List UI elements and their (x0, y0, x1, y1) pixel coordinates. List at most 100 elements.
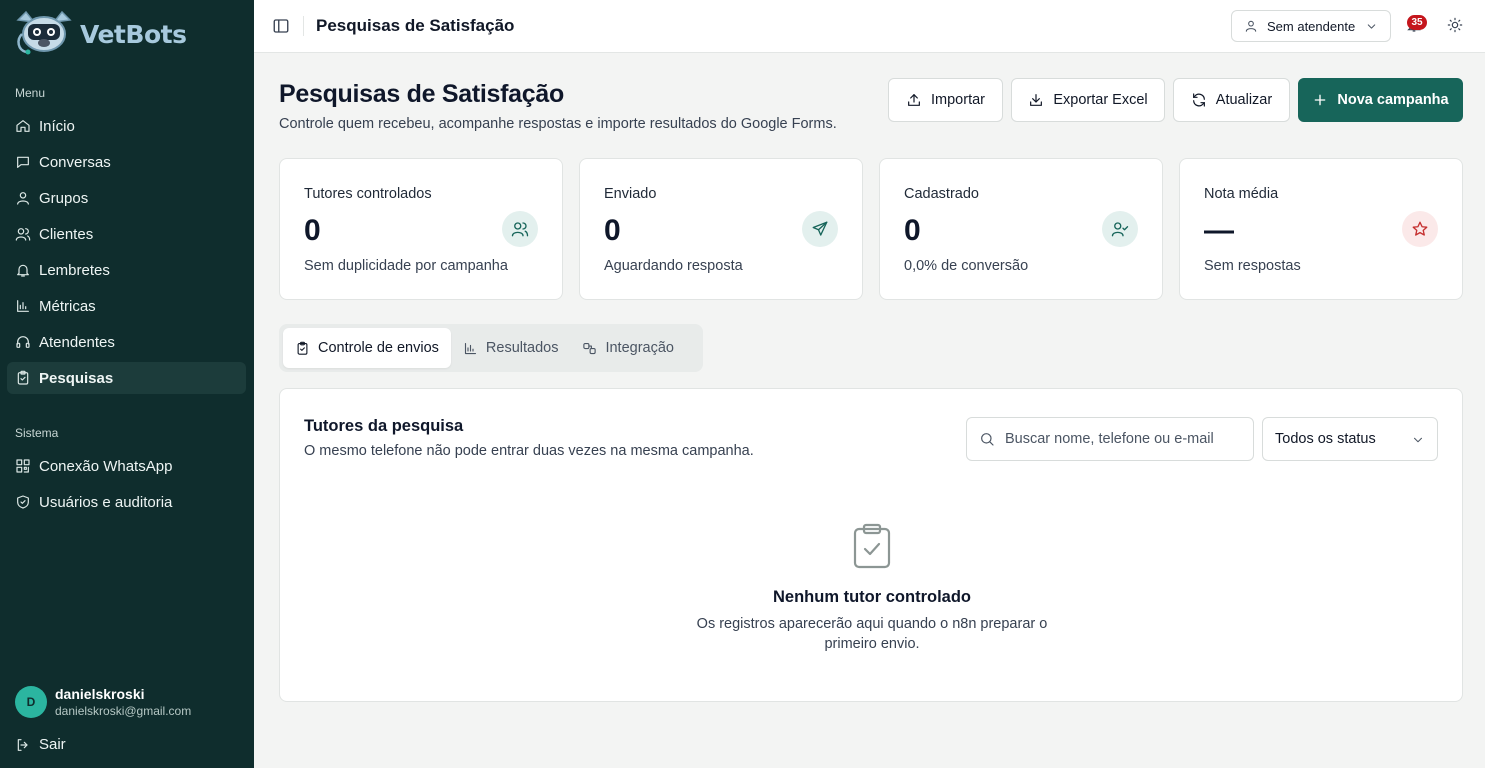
bell-icon (15, 262, 31, 278)
bar-chart-icon (464, 342, 476, 354)
user-check-icon (1102, 211, 1138, 247)
sidebar-item-conexao-whatsapp[interactable]: Conexão WhatsApp (7, 450, 246, 482)
user-icon (15, 190, 31, 206)
sidebar-item-label: Pesquisas (39, 369, 114, 387)
refresh-label: Atualizar (1215, 92, 1273, 108)
qr-code-icon (15, 458, 31, 474)
tab-integracao[interactable]: Integração (570, 328, 686, 368)
status-filter-value: Todos os status (1275, 431, 1376, 447)
sidebar-item-label: Clientes (39, 225, 94, 243)
topbar-divider (303, 16, 304, 36)
main-nav: Início Conversas Grupos Clientes Lembret… (7, 110, 246, 398)
sidebar-item-label: Grupos (39, 189, 89, 207)
tutores-panel: Tutores da pesquisa O mesmo telefone não… (279, 388, 1463, 702)
new-campaign-label: Nova campanha (1337, 92, 1449, 108)
export-label: Exportar Excel (1053, 92, 1148, 108)
empty-state-title: Nenhum tutor controlado (773, 588, 971, 606)
sidebar-item-label: Métricas (39, 297, 96, 315)
clipboard-check-icon (852, 523, 892, 569)
shield-icon (15, 494, 31, 510)
panel-left-icon (273, 19, 289, 33)
tab-list: Controle de envios Resultados Integração (279, 324, 703, 372)
sidebar-item-label: Conversas (39, 153, 111, 171)
topbar: Pesquisas de Satisfação Sem atendente 35 (254, 0, 1485, 53)
system-nav: Conexão WhatsApp Usuários e auditoria (7, 450, 246, 522)
empty-state-subtitle: Os registros aparecerão aqui quando o n8… (696, 616, 1048, 652)
export-excel-button[interactable]: Exportar Excel (1011, 78, 1165, 122)
chevron-down-icon (1367, 24, 1376, 29)
sidebar-item-label: Conexão WhatsApp (39, 457, 173, 475)
sidebar-item-usuarios-auditoria[interactable]: Usuários e auditoria (7, 486, 246, 518)
download-icon (1030, 94, 1043, 106)
logout-button[interactable]: Sair (15, 736, 66, 753)
upload-icon (908, 94, 920, 106)
refresh-button[interactable]: Atualizar (1173, 78, 1290, 122)
sidebar-item-label: Atendentes (39, 333, 115, 351)
stat-label: Tutores controlados (304, 186, 432, 202)
search-input[interactable] (1005, 431, 1245, 447)
clipboard-check-icon (297, 341, 308, 355)
sidebar-item-lembretes[interactable]: Lembretes (7, 254, 246, 286)
user-profile[interactable]: D danielskroski danielskroski@gmail.com (15, 686, 191, 718)
clipboard-check-icon (15, 370, 31, 386)
stat-label: Enviado (604, 186, 657, 202)
home-icon (15, 118, 31, 134)
plus-icon (1315, 94, 1326, 106)
stat-subtext: Sem respostas (1204, 258, 1301, 274)
sidebar-item-label: Lembretes (39, 261, 110, 279)
logout-icon (17, 738, 28, 751)
tab-label: Resultados (485, 340, 559, 356)
stat-card-cadastrado: Cadastrado 0 0,0% de conversão (879, 158, 1163, 300)
stat-subtext: Aguardando resposta (604, 258, 743, 274)
tab-controle-envios[interactable]: Controle de envios (283, 328, 451, 368)
stat-subtext: 0,0% de conversão (904, 258, 1029, 274)
refresh-icon (1192, 93, 1205, 107)
stat-card-nota-media: Nota média — Sem respostas (1179, 158, 1463, 300)
new-campaign-button[interactable]: Nova campanha (1298, 78, 1463, 122)
attendant-select[interactable]: Sem atendente (1231, 10, 1391, 42)
users-icon (502, 211, 538, 247)
import-label: Importar (931, 92, 985, 108)
users-icon (15, 226, 31, 242)
status-filter-select[interactable]: Todos os status (1262, 417, 1438, 461)
send-icon (802, 211, 838, 247)
user-email: danielskroski@gmail.com (55, 704, 192, 718)
tab-resultados[interactable]: Resultados (451, 328, 571, 368)
import-button[interactable]: Importar (888, 78, 1003, 122)
stat-value: 0 (304, 214, 321, 247)
sidebar: VetBots Menu Início Conversas Grupos Cli… (0, 0, 254, 768)
attendant-label: Sem atendente (1267, 18, 1356, 34)
sidebar-item-label: Usuários e auditoria (39, 493, 173, 511)
stat-card-tutores: Tutores controlados 0 Sem duplicidade po… (279, 158, 563, 300)
brand-logo[interactable]: VetBots (12, 10, 187, 58)
chat-icon (15, 154, 31, 170)
user-name: danielskroski (55, 686, 145, 702)
stat-label: Nota média (1204, 186, 1279, 202)
system-section-label: Sistema (15, 426, 59, 440)
panel-title: Tutores da pesquisa (304, 417, 464, 435)
page-subtitle: Controle quem recebeu, acompanhe respost… (279, 116, 837, 132)
sidebar-toggle-button[interactable] (272, 17, 290, 35)
theme-toggle-button[interactable] (1447, 17, 1465, 35)
star-icon (1402, 211, 1438, 247)
sidebar-item-atendentes[interactable]: Atendentes (7, 326, 246, 358)
dog-mascot-icon (16, 10, 72, 55)
user-icon (1245, 20, 1257, 32)
stat-card-enviado: Enviado 0 Aguardando resposta (579, 158, 863, 300)
sidebar-item-metricas[interactable]: Métricas (7, 290, 246, 322)
stat-value: — (1204, 214, 1234, 247)
headset-icon (15, 334, 31, 350)
sidebar-item-inicio[interactable]: Início (7, 110, 246, 142)
sidebar-item-conversas[interactable]: Conversas (7, 146, 246, 178)
sidebar-item-label: Início (39, 117, 75, 135)
panel-subtitle: O mesmo telefone não pode entrar duas ve… (304, 443, 754, 459)
search-field[interactable] (966, 417, 1254, 461)
sidebar-item-pesquisas[interactable]: Pesquisas (7, 362, 246, 394)
topbar-title: Pesquisas de Satisfação (316, 16, 515, 35)
bar-chart-icon (15, 298, 31, 314)
logout-label: Sair (39, 736, 66, 753)
menu-section-label: Menu (15, 86, 46, 100)
sidebar-item-grupos[interactable]: Grupos (7, 182, 246, 214)
link-icon (583, 342, 597, 354)
sidebar-item-clientes[interactable]: Clientes (7, 218, 246, 250)
